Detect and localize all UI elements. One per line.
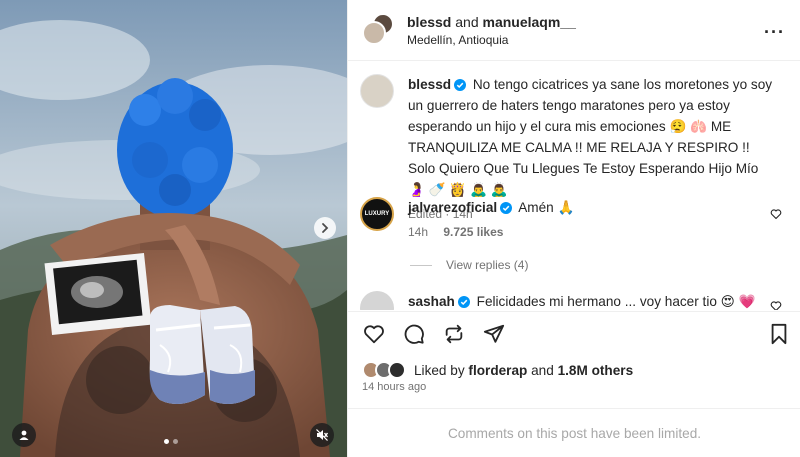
heart-icon <box>770 209 782 220</box>
verified-badge-icon <box>500 202 513 214</box>
comment-time[interactable]: 14h <box>408 225 428 239</box>
liked-by: Liked by florderap and 1.8M others <box>362 360 633 380</box>
like-button[interactable] <box>362 322 386 346</box>
more-options-button[interactable]: ··· <box>764 22 785 43</box>
verified-badge-icon <box>457 296 470 308</box>
liked-avatars[interactable] <box>362 360 408 380</box>
likes-count[interactable]: 1.8M others <box>558 363 634 378</box>
view-replies-button[interactable]: View replies (4) <box>410 258 528 272</box>
chevron-right-icon <box>322 223 329 233</box>
post-header: blessd and manuelaqm__ Medellín, Antioqu… <box>348 0 800 61</box>
comment-button[interactable] <box>402 322 426 346</box>
comment-body: jalvarezoficial Amén 🙏 14h 9.725 likes <box>408 197 778 243</box>
collab-usernames: blessd and manuelaqm__ <box>407 14 576 30</box>
post-viewer: blessd and manuelaqm__ Medellín, Antioqu… <box>0 0 800 457</box>
user-icon <box>19 430 29 440</box>
post-media[interactable] <box>0 0 347 457</box>
comment-body: sashah Felicidades mi hermano ... voy ha… <box>408 291 778 310</box>
liked-prefix: Liked by <box>414 362 465 378</box>
comment-text: Amén 🙏 <box>518 200 575 215</box>
repost-icon <box>445 324 463 344</box>
avatar <box>388 361 406 379</box>
carousel-dot-active <box>164 439 169 444</box>
like-comment-button[interactable] <box>770 207 782 223</box>
avatar <box>362 21 386 45</box>
header-username[interactable]: blessd <box>407 14 451 30</box>
comment-likes[interactable]: 9.725 likes <box>443 225 503 239</box>
carousel-dot <box>173 439 178 444</box>
save-button[interactable] <box>767 322 791 346</box>
comments-limited-notice: Comments on this post have been limited. <box>348 408 800 457</box>
verified-badge-icon <box>454 79 467 91</box>
comment-username[interactable]: jalvarezoficial <box>408 200 497 215</box>
mute-button[interactable] <box>310 423 334 447</box>
header-username-2[interactable]: manuelaqm__ <box>483 14 576 30</box>
avatar[interactable] <box>360 291 394 310</box>
heart-icon <box>364 325 384 344</box>
comment-text: Felicidades mi hermano ... voy hacer tio… <box>476 294 756 309</box>
post-location[interactable]: Medellín, Antioquia <box>407 33 508 47</box>
post-timestamp[interactable]: 14 hours ago <box>362 381 426 393</box>
caption-username[interactable]: blessd <box>408 77 451 92</box>
avatar-logo-text: LUXURY <box>364 211 390 217</box>
speaker-muted-icon <box>316 429 329 441</box>
share-button[interactable] <box>482 322 506 346</box>
carousel-indicator <box>164 439 178 444</box>
bookmark-icon <box>771 323 787 345</box>
post-photo <box>0 0 347 457</box>
view-replies-label: View replies (4) <box>446 258 529 272</box>
replies-divider <box>410 264 432 266</box>
post-panel: blessd and manuelaqm__ Medellín, Antioqu… <box>347 0 800 457</box>
comment-item: LUXURY jalvarezoficial Amén 🙏 14h 9.725 … <box>360 197 790 247</box>
comment-username[interactable]: sashah <box>408 294 455 309</box>
caption-text: No tengo cicatrices ya sane los moretone… <box>408 77 773 197</box>
comments-section[interactable]: blessd No tengo cicatrices ya sane los m… <box>348 62 800 310</box>
header-joiner: and <box>455 14 479 30</box>
comment-bubble-icon <box>404 324 424 344</box>
collab-avatars[interactable] <box>362 13 394 45</box>
avatar[interactable] <box>360 74 394 108</box>
comment-item: sashah Felicidades mi hermano ... voy ha… <box>360 291 790 310</box>
like-comment-button[interactable] <box>770 299 782 310</box>
liked-and: and <box>531 362 554 378</box>
tagged-users-button[interactable] <box>12 423 36 447</box>
post-actions: Liked by florderap and 1.8M others 14 ho… <box>348 311 800 457</box>
comment-meta: 14h 9.725 likes <box>408 222 778 243</box>
repost-button[interactable] <box>442 322 466 346</box>
more-horizontal-icon: ··· <box>764 22 785 42</box>
avatar[interactable]: LUXURY <box>360 197 394 231</box>
paper-plane-icon <box>483 324 505 343</box>
heart-icon <box>770 301 782 310</box>
liked-user[interactable]: florderap <box>468 363 527 378</box>
carousel-next-button[interactable] <box>314 217 336 239</box>
caption: blessd No tengo cicatrices ya sane los m… <box>360 74 790 221</box>
action-icons <box>362 322 506 346</box>
